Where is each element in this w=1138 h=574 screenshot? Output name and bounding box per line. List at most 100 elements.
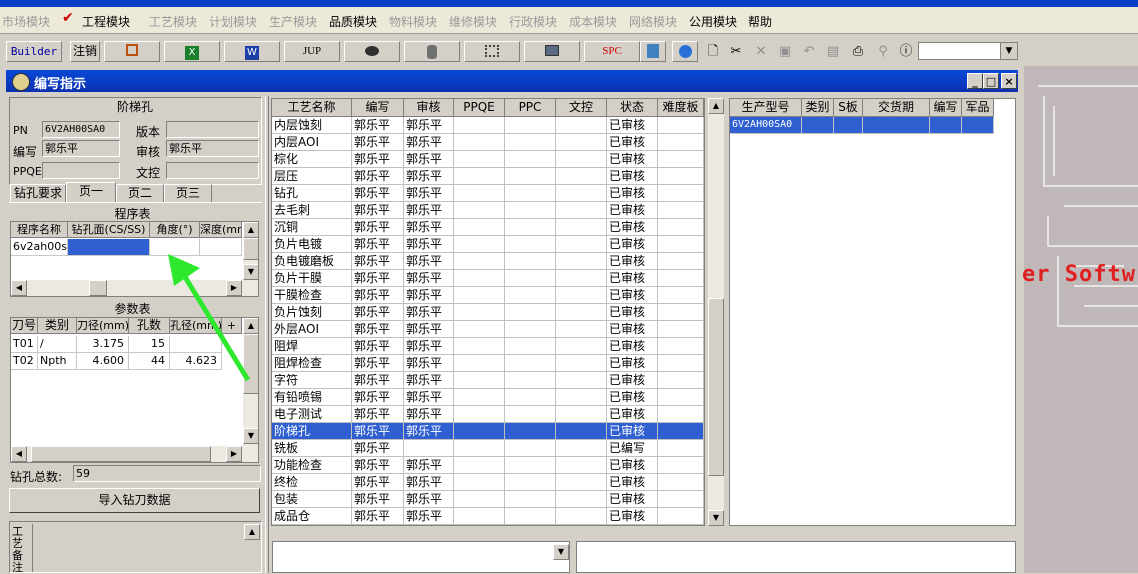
tab-page-one[interactable]: 页一 xyxy=(66,182,116,203)
program-header-angle[interactable]: 角度(°) xyxy=(150,222,200,238)
tab-drill-requirements[interactable]: 钻孔要求 xyxy=(10,184,66,202)
process-cell[interactable] xyxy=(556,219,607,236)
process-cell[interactable] xyxy=(454,287,505,304)
process-cell[interactable] xyxy=(556,270,607,287)
process-cell[interactable]: 郭乐平 xyxy=(352,304,404,321)
scroll-up-icon[interactable]: ▼ xyxy=(553,544,569,560)
param-hscroll[interactable]: ◀ ▶ xyxy=(11,446,258,462)
wenkong-field[interactable] xyxy=(166,162,259,179)
hscroll-thumb[interactable] xyxy=(89,280,107,296)
process-cell[interactable] xyxy=(658,236,704,253)
process-cell[interactable] xyxy=(454,389,505,406)
table-row[interactable]: 有铅喷锡 郭乐平 郭乐平 已审核 xyxy=(272,389,704,406)
process-cell[interactable] xyxy=(658,219,704,236)
spc-button[interactable]: SPC xyxy=(584,41,640,62)
program-header-face[interactable]: 钻孔面(CS/SS) xyxy=(68,222,150,238)
process-cell[interactable]: 郭乐平 xyxy=(404,270,454,287)
process-cell[interactable]: 已审核 xyxy=(607,389,658,406)
process-cell[interactable]: 郭乐平 xyxy=(352,372,404,389)
product-header-sboard[interactable]: S板 xyxy=(834,99,863,117)
table-row[interactable]: 层压 郭乐平 郭乐平 已审核 xyxy=(272,168,704,185)
process-cell[interactable]: 郭乐平 xyxy=(352,236,404,253)
process-cell[interactable] xyxy=(454,406,505,423)
menu-item-cost[interactable]: 成本模块 xyxy=(569,13,617,30)
param-cell[interactable]: Npth xyxy=(38,353,77,370)
product-header-writer[interactable]: 编写 xyxy=(930,99,962,117)
process-cell[interactable] xyxy=(556,253,607,270)
table-row[interactable]: 阻焊检查 郭乐平 郭乐平 已审核 xyxy=(272,355,704,372)
menu-item-market[interactable]: 市场模块 xyxy=(2,13,50,30)
process-cell[interactable] xyxy=(505,423,556,440)
reviewer-field[interactable]: 郭乐平 xyxy=(166,140,259,157)
process-cell[interactable]: 郭乐平 xyxy=(404,168,454,185)
process-cell[interactable]: 郭乐平 xyxy=(404,491,454,508)
scroll-up-icon[interactable]: ▲ xyxy=(244,524,260,540)
process-cell[interactable]: 郭乐平 xyxy=(404,423,454,440)
process-cell[interactable]: 已审核 xyxy=(607,372,658,389)
process-cell[interactable]: 郭乐平 xyxy=(404,389,454,406)
process-cell[interactable]: 包装 xyxy=(272,491,352,508)
program-header-name[interactable]: 程序名称 xyxy=(11,222,68,238)
process-cell[interactable]: 已审核 xyxy=(607,168,658,185)
process-cell[interactable]: 郭乐平 xyxy=(352,389,404,406)
calculator-button[interactable] xyxy=(640,41,666,62)
process-cell[interactable] xyxy=(556,168,607,185)
process-cell[interactable] xyxy=(658,389,704,406)
process-cell[interactable]: 棕化 xyxy=(272,151,352,168)
delete-icon[interactable]: ✕ xyxy=(752,43,770,61)
process-cell[interactable] xyxy=(505,508,556,525)
hscroll-thumb[interactable] xyxy=(31,446,211,462)
process-cell[interactable] xyxy=(556,355,607,372)
tab-page-two[interactable]: 页二 xyxy=(116,184,164,202)
process-cell[interactable]: 郭乐平 xyxy=(352,440,404,457)
product-header-model[interactable]: 生产型号 xyxy=(730,99,802,117)
table-row[interactable]: 钻孔 郭乐平 郭乐平 已审核 xyxy=(272,185,704,202)
process-cell[interactable] xyxy=(454,202,505,219)
process-cell[interactable]: 阶梯孔 xyxy=(272,423,352,440)
process-cell[interactable]: 钻孔 xyxy=(272,185,352,202)
process-vscroll[interactable]: ▲ ▼ xyxy=(708,98,724,526)
table-row[interactable]: 功能检查 郭乐平 郭乐平 已审核 xyxy=(272,457,704,474)
process-cell[interactable] xyxy=(505,134,556,151)
product-cell[interactable] xyxy=(802,117,834,134)
param-header-type[interactable]: 类别 xyxy=(38,318,77,334)
network-button[interactable] xyxy=(464,41,520,62)
scroll-left-icon[interactable]: ◀ xyxy=(11,280,27,296)
process-cell[interactable] xyxy=(454,151,505,168)
process-cell[interactable] xyxy=(556,457,607,474)
process-cell[interactable]: 已审核 xyxy=(607,287,658,304)
table-row[interactable]: 阻焊 郭乐平 郭乐平 已审核 xyxy=(272,338,704,355)
process-cell[interactable]: 干膜检查 xyxy=(272,287,352,304)
program-cell-name[interactable]: 6v2ah00ss xyxy=(11,239,68,256)
process-cell[interactable] xyxy=(505,219,556,236)
process-cell[interactable] xyxy=(556,389,607,406)
param-cell[interactable]: 4.600 xyxy=(77,353,129,370)
product-cell[interactable] xyxy=(863,117,930,134)
process-cell[interactable]: 郭乐平 xyxy=(404,474,454,491)
process-cell[interactable]: 郭乐平 xyxy=(404,372,454,389)
logout-button[interactable]: 注销 xyxy=(70,41,100,62)
process-cell[interactable] xyxy=(505,440,556,457)
jup-button[interactable]: JUP xyxy=(284,41,340,62)
process-cell[interactable]: 郭乐平 xyxy=(404,219,454,236)
process-cell[interactable]: 已审核 xyxy=(607,117,658,134)
process-cell[interactable] xyxy=(454,270,505,287)
process-header-wenkong[interactable]: 文控 xyxy=(556,99,607,117)
scroll-up-icon[interactable]: ▲ xyxy=(708,98,724,114)
splitter[interactable] xyxy=(265,96,269,573)
process-cell[interactable]: 已审核 xyxy=(607,321,658,338)
process-cell[interactable]: 已审核 xyxy=(607,134,658,151)
process-cell[interactable] xyxy=(505,168,556,185)
process-cell[interactable] xyxy=(454,372,505,389)
process-cell[interactable]: 已审核 xyxy=(607,151,658,168)
process-cell[interactable]: 郭乐平 xyxy=(404,134,454,151)
process-cell[interactable]: 电子测试 xyxy=(272,406,352,423)
menu-item-quality[interactable]: 品质模块 xyxy=(329,13,377,30)
table-row[interactable]: 内层蚀刻 郭乐平 郭乐平 已审核 xyxy=(272,117,704,134)
process-header-ppqe[interactable]: PPQE xyxy=(454,99,505,117)
process-cell[interactable]: 郭乐平 xyxy=(404,236,454,253)
program-header-depth[interactable]: 深度(mm) xyxy=(200,222,242,238)
process-cell[interactable]: 有铅喷锡 xyxy=(272,389,352,406)
process-cell[interactable]: 郭乐平 xyxy=(352,253,404,270)
process-cell[interactable] xyxy=(505,321,556,338)
